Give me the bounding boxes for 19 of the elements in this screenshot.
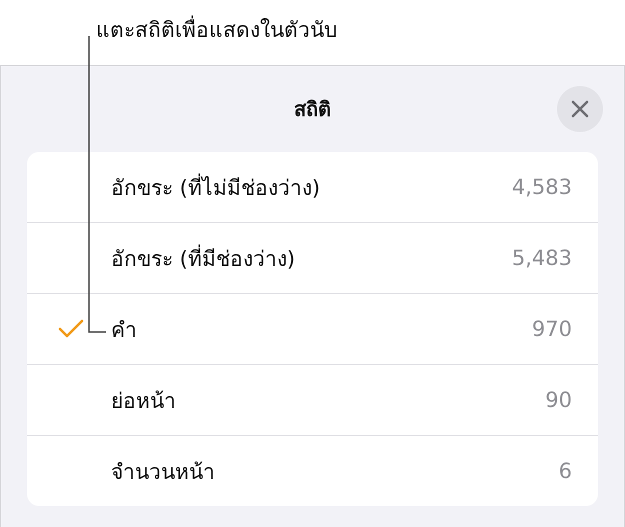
statistic-value: 970 <box>532 317 573 341</box>
callout-text: แตะสถิติเพื่อแสดงในตัวนับ <box>96 13 337 46</box>
close-icon <box>571 100 589 118</box>
statistic-label: คำ <box>111 316 138 344</box>
statistic-value: 4,583 <box>512 175 573 199</box>
statistic-label: อักขระ (ที่มีช่องว่าง) <box>111 244 296 272</box>
statistic-row[interactable]: อักขระ (ที่มีช่องว่าง) 5,483 <box>27 223 598 294</box>
statistic-value: 90 <box>545 388 573 412</box>
statistic-value: 6 <box>558 459 573 483</box>
statistic-label: จำนวนหน้า <box>111 458 216 486</box>
statistic-label: อักขระ (ที่ไม่มีช่องว่าง) <box>111 172 322 202</box>
panel-title: สถิติ <box>294 96 331 123</box>
statistic-label: ย่อหน้า <box>111 388 177 414</box>
statistic-row[interactable]: ย่อหน้า 90 <box>27 365 598 436</box>
statistic-row[interactable]: อักขระ (ที่ไม่มีช่องว่าง) 4,583 <box>27 152 598 223</box>
statistic-row[interactable]: คำ 970 <box>27 294 598 365</box>
statistic-row[interactable]: จำนวนหน้า 6 <box>27 436 598 506</box>
close-button[interactable] <box>557 86 603 132</box>
statistic-value: 5,483 <box>512 246 573 270</box>
